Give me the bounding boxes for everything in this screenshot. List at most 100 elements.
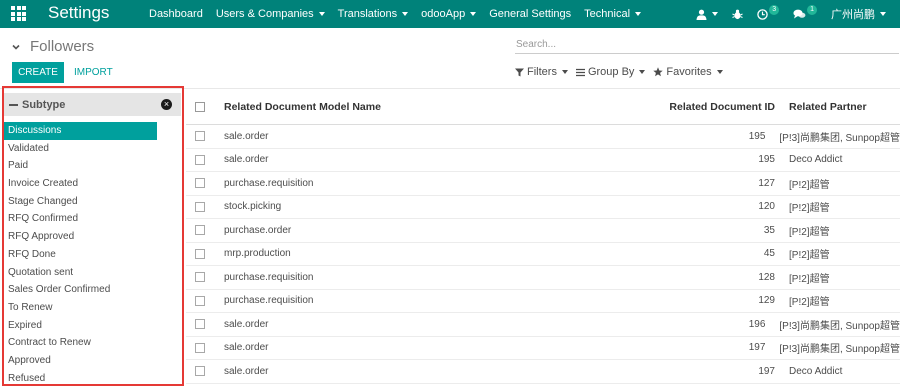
table-row[interactable]: sale.order 197 Deco Addict bbox=[186, 360, 900, 384]
menu-item-label: Translations bbox=[337, 8, 398, 20]
menu-item-technical[interactable]: Technical bbox=[584, 8, 642, 20]
menu-item-users-companies[interactable]: Users & Companies bbox=[216, 8, 325, 20]
list-body: sale.order 195 [P!3]尚鹏集团, Sunpop超管 sale.ord… bbox=[186, 125, 900, 384]
chevron-down-icon bbox=[318, 12, 325, 16]
cell-doc-id: 197 bbox=[758, 365, 775, 377]
cell-partner: [P!2]超管 bbox=[789, 179, 830, 191]
row-checkbox[interactable] bbox=[195, 248, 205, 259]
cell-partner: [P!3]尚鹏集团, Sunpop超管 bbox=[779, 344, 900, 356]
cell-doc-id: 127 bbox=[758, 177, 775, 189]
chevron-down-icon[interactable] bbox=[12, 43, 20, 51]
menu-item-odooapp[interactable]: odooApp bbox=[421, 8, 477, 20]
top-navbar: Settings Dashboard Users & Companies Trans… bbox=[0, 0, 900, 28]
table-row[interactable]: stock.picking 120 [P!2]超管 bbox=[186, 196, 900, 219]
menu-item-general-settings[interactable]: General Settings bbox=[489, 8, 571, 20]
row-checkbox[interactable] bbox=[195, 342, 205, 353]
list-header: Related Document Model Name Related Docu… bbox=[186, 89, 900, 125]
company-user-menu[interactable]: 广州尚鹏 bbox=[831, 6, 886, 22]
cell-partner: [P!2]超管 bbox=[789, 203, 830, 215]
cell-doc-id: 120 bbox=[758, 201, 775, 213]
column-header-model[interactable]: Related Document Model Name bbox=[224, 101, 614, 113]
row-checkbox[interactable] bbox=[195, 225, 205, 236]
subtype-filter-item[interactable]: To Renew bbox=[4, 299, 182, 317]
apps-menu-icon[interactable] bbox=[11, 6, 26, 21]
clock-icon bbox=[757, 8, 768, 20]
debug-button[interactable] bbox=[732, 9, 743, 20]
app-title[interactable]: Settings bbox=[48, 3, 109, 23]
cell-doc-id: 197 bbox=[748, 342, 766, 354]
activity-button[interactable]: 3 bbox=[757, 5, 780, 20]
subtype-filter-item[interactable]: Stage Changed bbox=[4, 193, 182, 211]
subtype-filter-item[interactable]: Expired bbox=[4, 317, 182, 335]
table-row[interactable]: purchase.order 35 [P!2]超管 bbox=[186, 219, 900, 243]
clear-filter-icon[interactable]: × bbox=[161, 99, 172, 110]
select-all-checkbox[interactable] bbox=[195, 101, 205, 112]
cell-model: sale.order bbox=[224, 130, 269, 142]
row-checkbox[interactable] bbox=[195, 201, 205, 212]
cell-model: mrp.production bbox=[224, 248, 291, 260]
bug-icon bbox=[732, 9, 743, 19]
subtype-filter-item[interactable]: Sales Order Confirmed bbox=[4, 281, 182, 299]
subtype-category-header[interactable]: Subtype × bbox=[2, 93, 181, 116]
table-row[interactable]: purchase.requisition 127 [P!2]超管 bbox=[186, 172, 900, 196]
star-icon bbox=[653, 67, 664, 77]
table-row[interactable]: purchase.requisition 128 [P!2]超管 bbox=[186, 266, 900, 290]
subtype-filter-item[interactable]: Refused bbox=[4, 370, 182, 388]
search-input[interactable] bbox=[515, 36, 899, 54]
table-row[interactable]: sale.order 195 Deco Addict bbox=[186, 149, 900, 172]
subtype-filter-item[interactable]: Validated bbox=[4, 140, 182, 158]
row-checkbox[interactable] bbox=[195, 131, 205, 142]
followers-list: Related Document Model Name Related Docu… bbox=[186, 89, 900, 384]
create-button[interactable]: CREATE bbox=[12, 62, 64, 83]
table-row[interactable]: mrp.production 45 [P!2]超管 bbox=[186, 243, 900, 266]
subtype-filter-item[interactable]: Contract to Renew bbox=[4, 334, 182, 352]
activity-count-badge: 3 bbox=[769, 5, 780, 15]
row-checkbox[interactable] bbox=[195, 154, 205, 165]
row-checkbox[interactable] bbox=[195, 366, 205, 377]
chat-icon bbox=[793, 9, 806, 18]
favorites-label: Favorites bbox=[666, 66, 712, 78]
menu-item-label: General Settings bbox=[489, 8, 572, 20]
cell-partner: [P!2]超管 bbox=[789, 226, 830, 238]
systray: 3 1 广州尚鹏 bbox=[696, 0, 900, 28]
subtype-filter-item[interactable]: Invoice Created bbox=[4, 175, 182, 193]
menu-item-label: Users & Companies bbox=[215, 8, 314, 20]
subtype-filter-item[interactable]: Quotation sent bbox=[4, 264, 182, 282]
filter-icon bbox=[515, 68, 524, 76]
cell-partner: [P!2]超管 bbox=[789, 250, 830, 262]
table-row[interactable]: purchase.requisition 129 [P!2]超管 bbox=[186, 290, 900, 313]
cell-doc-id: 196 bbox=[748, 318, 766, 330]
chevron-down-icon bbox=[716, 70, 723, 74]
cell-model: sale.order bbox=[224, 342, 269, 354]
column-header-doc-id[interactable]: Related Document ID bbox=[614, 101, 789, 113]
cell-partner: [P!3]尚鹏集团, Sunpop超管 bbox=[779, 320, 900, 332]
chevron-down-icon bbox=[470, 12, 477, 16]
menu-item-label: Technical bbox=[584, 8, 631, 20]
filters-dropdown[interactable]: Filters bbox=[515, 66, 568, 78]
subtype-filter-item[interactable]: RFQ Approved bbox=[4, 228, 182, 246]
subtype-filter-item[interactable]: RFQ Confirmed bbox=[4, 210, 182, 228]
import-button[interactable]: IMPORT bbox=[74, 62, 113, 83]
subtype-filter-item[interactable]: Approved bbox=[4, 352, 182, 370]
row-checkbox[interactable] bbox=[195, 272, 205, 283]
table-row[interactable]: sale.order 197 [P!3]尚鹏集团, Sunpop超管 bbox=[186, 337, 900, 360]
groupby-label: Group By bbox=[587, 66, 635, 78]
subtype-filter-item[interactable]: Discussions bbox=[4, 122, 157, 140]
cell-model: sale.order bbox=[224, 154, 269, 166]
messages-button[interactable]: 1 bbox=[793, 5, 817, 20]
subtype-list: Discussions Validated Paid Invoice Created S… bbox=[4, 122, 182, 387]
column-header-partner[interactable]: Related Partner bbox=[789, 101, 900, 113]
table-row[interactable]: sale.order 196 [P!3]尚鹏集团, Sunpop超管 bbox=[186, 313, 900, 337]
chevron-down-icon bbox=[639, 70, 646, 74]
menu-item-dashboard[interactable]: Dashboard bbox=[149, 8, 203, 20]
row-checkbox[interactable] bbox=[195, 319, 205, 330]
row-checkbox[interactable] bbox=[195, 295, 205, 306]
subtype-filter-item[interactable]: RFQ Done bbox=[4, 246, 182, 264]
groupby-dropdown[interactable]: Group By bbox=[575, 66, 646, 78]
row-checkbox[interactable] bbox=[195, 178, 205, 189]
user-menu[interactable] bbox=[696, 9, 719, 20]
table-row[interactable]: sale.order 195 [P!3]尚鹏集团, Sunpop超管 bbox=[186, 125, 900, 149]
menu-item-translations[interactable]: Translations bbox=[338, 8, 409, 20]
favorites-dropdown[interactable]: Favorites bbox=[653, 66, 723, 78]
subtype-filter-item[interactable]: Paid bbox=[4, 157, 182, 175]
